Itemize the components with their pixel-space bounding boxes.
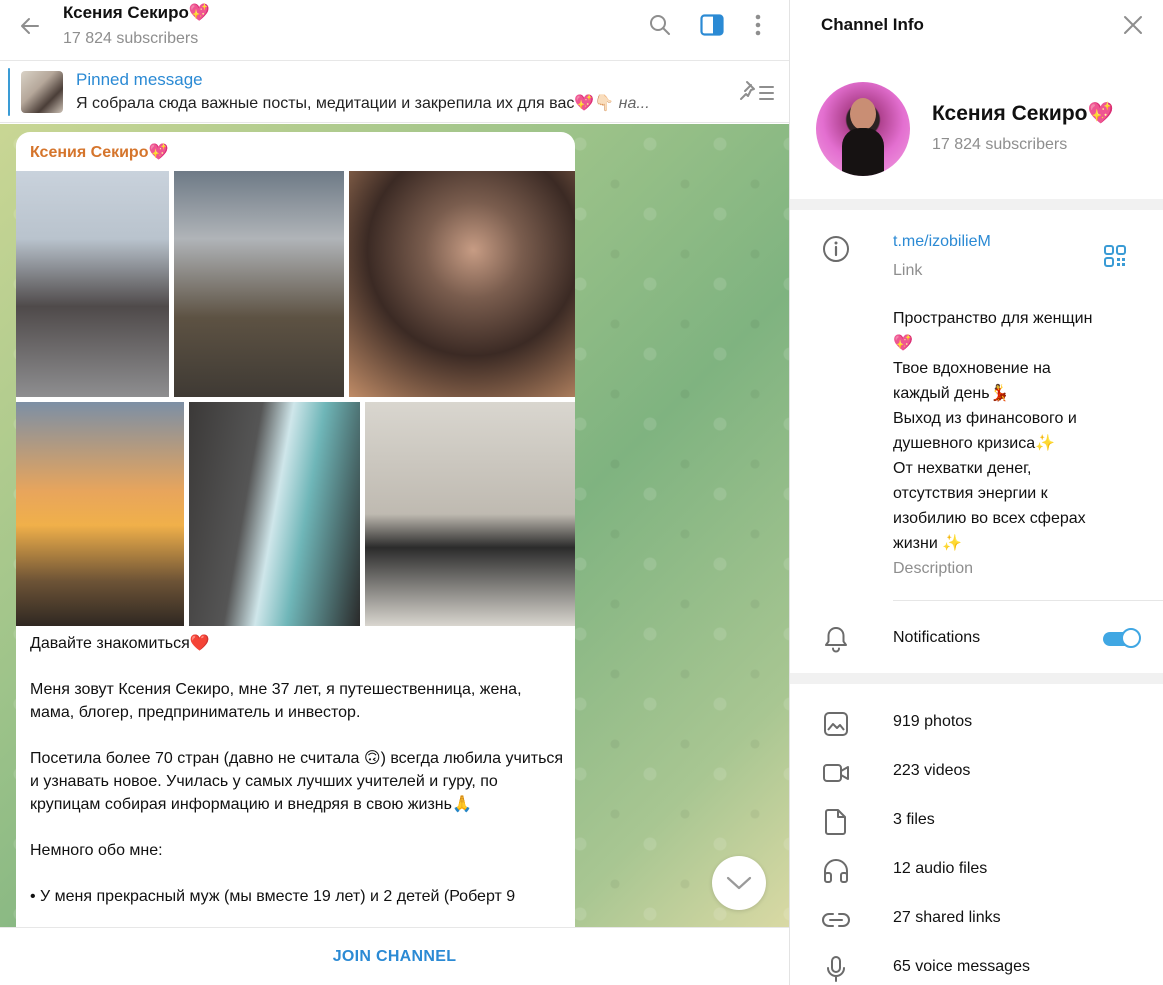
notifications-label: Notifications xyxy=(893,629,981,646)
qr-code-icon xyxy=(1104,245,1126,267)
chat-header: Ксения Секиро💖 17 824 subscribers xyxy=(0,0,789,61)
microphone-icon xyxy=(821,954,851,984)
channel-link[interactable]: t.me/izobilieM xyxy=(893,233,991,251)
post-photo-5[interactable] xyxy=(189,402,360,626)
shared-media-block: 919 photos 223 videos 3 files 12 audio f… xyxy=(790,684,1163,985)
qr-code-button[interactable] xyxy=(1103,244,1127,268)
bell-icon xyxy=(821,624,851,654)
notifications-toggle[interactable] xyxy=(1103,626,1141,650)
channel-post: Ксения Секиро💖 Давайте знакомиться❤️ Мен… xyxy=(16,132,575,927)
video-icon xyxy=(821,758,851,788)
pinned-text: Я собрала сюда важные посты, медитации и… xyxy=(76,93,716,113)
channel-avatar[interactable] xyxy=(816,82,910,176)
post-photo-6[interactable] xyxy=(365,402,575,626)
media-row-videos[interactable]: 223 videos xyxy=(790,749,1163,798)
chevron-down-icon xyxy=(726,876,752,890)
post-author[interactable]: Ксения Секиро💖 xyxy=(30,142,168,162)
join-channel-button[interactable]: JOIN CHANNEL xyxy=(333,948,457,966)
channel-link-label: Link xyxy=(893,262,923,279)
search-icon xyxy=(650,15,670,35)
channel-name: Ксения Секиро💖 xyxy=(932,102,1114,125)
media-row-voice[interactable]: 65 voice messages xyxy=(790,945,1163,985)
sidebar-icon xyxy=(700,14,724,36)
info-header-block: Channel Info Ксения Секиро💖 17 824 subsc… xyxy=(790,0,1163,199)
media-row-audio[interactable]: 12 audio files xyxy=(790,847,1163,896)
channel-subscribers: 17 824 subscribers xyxy=(932,136,1068,153)
post-photo-3[interactable] xyxy=(349,171,575,397)
channel-description-label: Description xyxy=(893,560,974,577)
join-bar: JOIN CHANNEL xyxy=(0,927,789,985)
scroll-to-bottom-button[interactable] xyxy=(712,856,766,910)
chat-feed: Ксения Секиро💖 Давайте знакомиться❤️ Мен… xyxy=(0,124,789,927)
media-row-label: 65 voice messages xyxy=(893,958,1030,975)
pinned-message-bar[interactable]: Pinned message Я собрала сюда важные пос… xyxy=(0,62,789,123)
post-photo-2[interactable] xyxy=(174,171,344,397)
post-text: Давайте знакомиться❤️ Меня зовут Ксения … xyxy=(30,635,564,905)
pinned-title: Pinned message xyxy=(76,70,203,89)
chat-panel: Ксения Секиро💖 17 824 subscribers Pinned… xyxy=(0,0,789,985)
telegram-window: Ксения Секиро💖 17 824 subscribers Pinned… xyxy=(0,0,1163,985)
info-icon xyxy=(821,234,851,264)
avatar-face xyxy=(850,98,876,130)
media-row-label: 919 photos xyxy=(893,713,973,730)
more-menu-button[interactable] xyxy=(741,8,775,42)
pinned-thumbnail xyxy=(21,71,63,113)
headphones-icon xyxy=(821,856,851,886)
more-vertical-icon xyxy=(755,14,761,36)
media-row-label: 223 videos xyxy=(893,762,971,779)
pinned-indicator xyxy=(8,68,10,116)
chat-subscribers: 17 824 subscribers xyxy=(63,30,199,47)
post-photo-4[interactable] xyxy=(16,402,184,626)
photo-icon xyxy=(821,709,851,739)
media-row-label: 12 audio files xyxy=(893,860,988,877)
arrow-left-icon xyxy=(21,18,39,34)
close-icon xyxy=(1124,16,1142,34)
divider xyxy=(893,600,1163,601)
post-photo-1[interactable] xyxy=(16,171,169,397)
media-row-photos[interactable]: 919 photos xyxy=(790,700,1163,749)
chat-title[interactable]: Ксения Секиро💖 xyxy=(63,3,210,23)
close-info-button[interactable] xyxy=(1120,12,1146,38)
avatar-body xyxy=(842,128,884,176)
channel-info-panel: Channel Info Ксения Секиро💖 17 824 subsc… xyxy=(789,0,1163,985)
back-button[interactable] xyxy=(14,10,46,42)
media-row-label: 27 shared links xyxy=(893,909,1001,926)
media-row-links[interactable]: 27 shared links xyxy=(790,896,1163,945)
media-row-label: 3 files xyxy=(893,811,935,828)
toggle-knob xyxy=(1121,628,1141,648)
info-panel-title: Channel Info xyxy=(821,15,924,34)
channel-description: Пространство для женщин 💖 Твое вдохновен… xyxy=(893,310,1093,552)
search-button[interactable] xyxy=(643,8,677,42)
pinned-text-body: Я собрала сюда важные посты, медитации и… xyxy=(76,95,619,112)
toggle-info-panel-button[interactable] xyxy=(695,8,729,42)
pin-list-icon xyxy=(740,81,774,100)
link-icon xyxy=(821,905,851,935)
pinned-list-button[interactable] xyxy=(739,78,775,106)
media-row-files[interactable]: 3 files xyxy=(790,798,1163,847)
file-icon xyxy=(821,807,851,837)
pinned-text-more: на... xyxy=(618,95,650,112)
